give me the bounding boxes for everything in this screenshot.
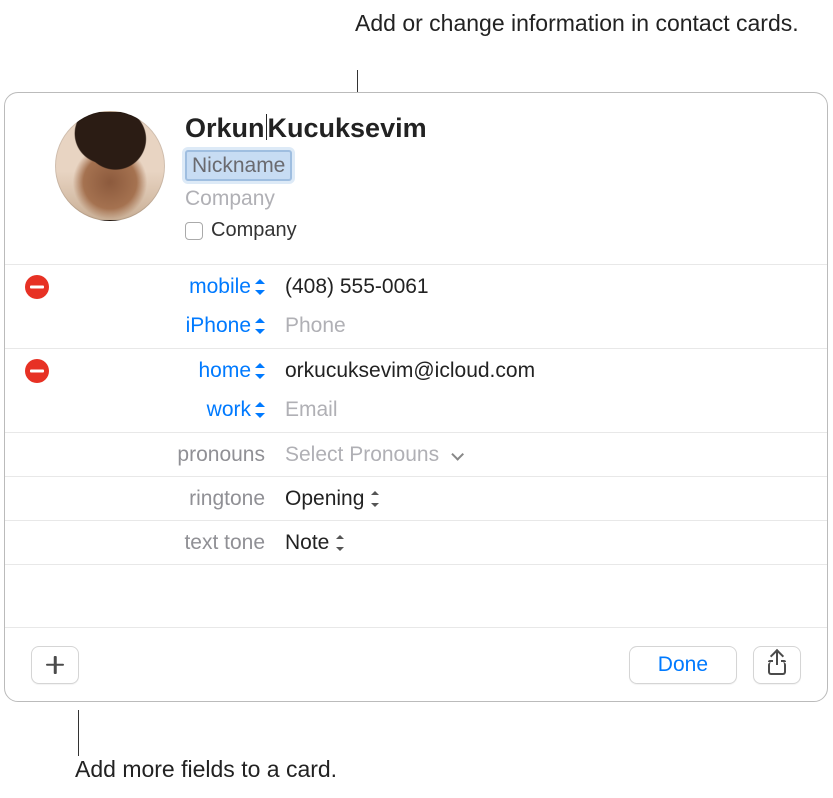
phone-label-select-2[interactable]: iPhone <box>186 314 265 338</box>
first-name[interactable]: Orkun <box>185 113 265 143</box>
texttone-value-text: Note <box>285 531 329 555</box>
ringtone-label: ringtone <box>189 487 265 511</box>
updown-icon <box>370 491 380 507</box>
ringtone-select[interactable]: Opening <box>285 487 380 511</box>
updown-icon <box>255 363 265 379</box>
updown-icon <box>255 318 265 334</box>
email-label-2-text: work <box>207 398 251 422</box>
updown-icon <box>335 535 345 551</box>
email-row-1: home orkucuksevim@icloud.com <box>5 348 827 392</box>
phone-placeholder-2[interactable]: Phone <box>275 314 827 338</box>
text-cursor <box>266 114 267 140</box>
texttone-row: text tone Note <box>5 520 827 564</box>
callout-bottom-leader <box>78 710 79 756</box>
ringtone-row: ringtone Opening <box>5 476 827 520</box>
updown-icon <box>255 402 265 418</box>
email-placeholder-2[interactable]: Email <box>275 398 827 422</box>
phone-value-1[interactable]: (408) 555-0061 <box>275 275 827 299</box>
phone-row-2: iPhone Phone <box>5 308 827 348</box>
done-button[interactable]: Done <box>629 646 737 684</box>
email-label-select-1[interactable]: home <box>198 359 265 383</box>
pronouns-label: pronouns <box>177 443 265 467</box>
avatar[interactable] <box>55 111 165 221</box>
add-field-button[interactable] <box>31 646 79 684</box>
company-input[interactable]: Company <box>185 187 427 211</box>
nickname-input[interactable]: Nickname <box>185 150 292 181</box>
ringtone-value-text: Opening <box>285 487 364 511</box>
name-field[interactable]: OrkunKucuksevim <box>185 113 427 144</box>
phone-row-1: mobile (408) 555-0061 <box>5 264 827 308</box>
updown-icon <box>255 279 265 295</box>
phone-label-1-text: mobile <box>189 275 251 299</box>
email-row-2: work Email <box>5 392 827 432</box>
plus-icon <box>46 656 64 674</box>
contact-card-window: OrkunKucuksevim Nickname Company Company… <box>4 92 828 702</box>
email-label-1-text: home <box>198 359 251 383</box>
bottom-toolbar: Done <box>5 627 827 701</box>
header-fields: OrkunKucuksevim Nickname Company Company <box>185 111 427 242</box>
pronouns-row: pronouns Select Pronouns <box>5 432 827 476</box>
callout-bottom-text: Add more fields to a card. <box>75 756 337 783</box>
company-checkbox-label: Company <box>211 219 297 242</box>
pronouns-select[interactable]: Select Pronouns <box>275 443 827 467</box>
callout-top-text: Add or change information in contact car… <box>355 8 799 39</box>
share-icon <box>768 655 786 675</box>
phone-label-2-text: iPhone <box>186 314 251 338</box>
last-name[interactable]: Kucuksevim <box>268 113 427 143</box>
pronouns-value-text: Select Pronouns <box>285 443 439 466</box>
phone-label-select-1[interactable]: mobile <box>189 275 265 299</box>
share-button[interactable] <box>753 646 801 684</box>
texttone-label: text tone <box>184 531 265 555</box>
company-checkbox[interactable] <box>185 222 203 240</box>
company-checkbox-row: Company <box>185 219 427 242</box>
remove-email-button[interactable] <box>25 359 49 383</box>
field-rows: mobile (408) 555-0061 iPhone Phone <box>5 264 827 569</box>
texttone-select[interactable]: Note <box>285 531 345 555</box>
remove-phone-button[interactable] <box>25 275 49 299</box>
contact-header: OrkunKucuksevim Nickname Company Company <box>5 93 827 258</box>
chevron-down-icon <box>451 448 464 461</box>
email-value-1[interactable]: orkucuksevim@icloud.com <box>275 359 827 383</box>
email-label-select-2[interactable]: work <box>207 398 265 422</box>
